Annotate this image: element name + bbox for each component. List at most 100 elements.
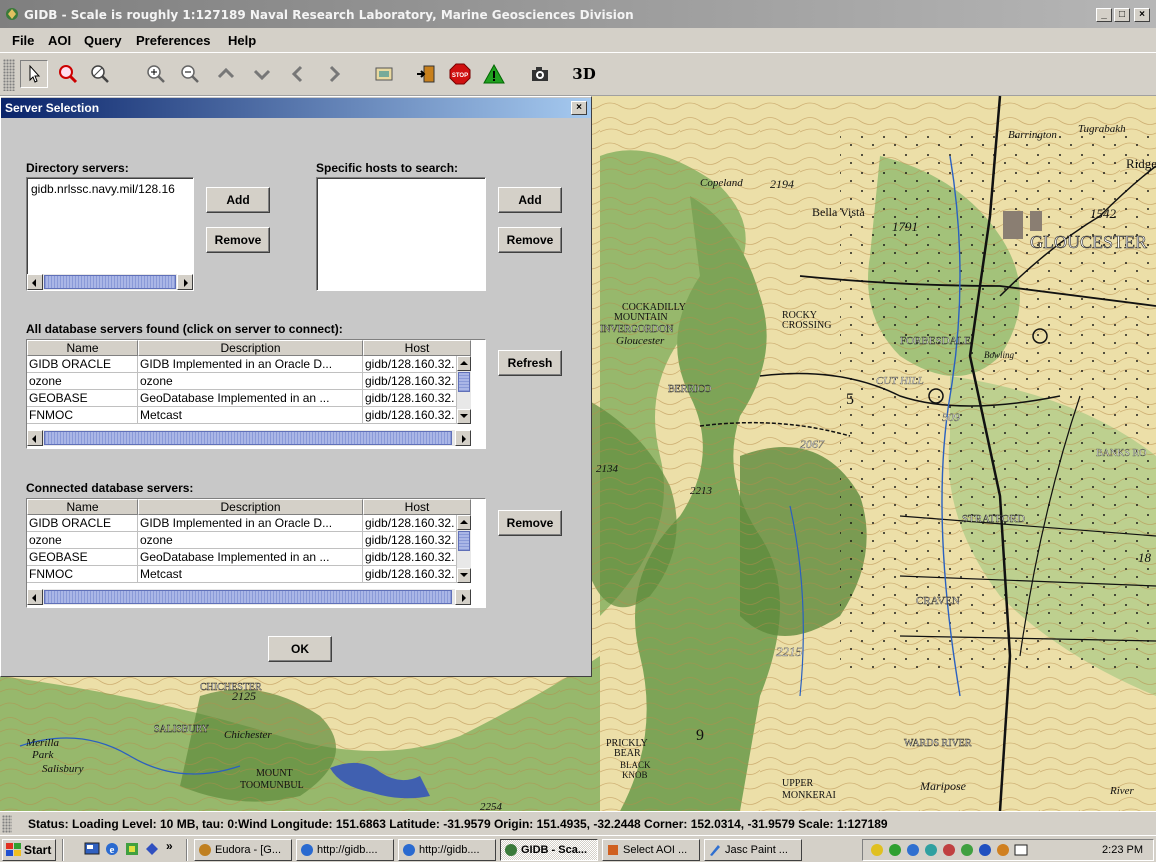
pan-left-button[interactable]	[284, 60, 312, 88]
internet-explorer-icon	[403, 844, 415, 856]
column-header-name[interactable]: Name	[27, 340, 138, 356]
stop-button[interactable]: STOP	[446, 60, 474, 88]
task-jasc-paint[interactable]: Jasc Paint ...	[704, 839, 802, 861]
column-header-name[interactable]: Name	[27, 499, 138, 515]
dialog-close-button[interactable]: ×	[571, 101, 587, 115]
scroll-left-arrow[interactable]	[27, 589, 43, 605]
camera-button[interactable]	[526, 60, 554, 88]
hosts-remove-button[interactable]: Remove	[498, 227, 562, 253]
refresh-button[interactable]: Refresh	[498, 350, 562, 376]
map-label: 1542	[1090, 206, 1117, 221]
scroll-right-arrow[interactable]	[177, 274, 193, 290]
column-header-host[interactable]: Host	[363, 499, 471, 515]
task-eudora[interactable]: Eudora - [G...	[194, 839, 292, 861]
layers-button[interactable]	[370, 60, 398, 88]
task-select-aoi[interactable]: Select AOI ...	[602, 839, 700, 861]
menu-aoi[interactable]: AOI	[48, 33, 71, 48]
cell-name: FNMOC	[27, 566, 138, 583]
scroll-down-arrow[interactable]	[457, 568, 471, 583]
toolbar-grip[interactable]	[3, 59, 15, 91]
task-browser-1[interactable]: http://gidb....	[296, 839, 394, 861]
minimize-button[interactable]: _	[1096, 8, 1112, 22]
close-window-button[interactable]: ×	[1134, 8, 1150, 22]
scroll-thumb[interactable]	[458, 531, 470, 551]
pan-right-icon	[329, 65, 341, 83]
taskbar-clock: 2:23 PM	[1102, 844, 1143, 856]
3d-view-button[interactable]: 3D	[570, 60, 598, 88]
pan-down-button[interactable]	[248, 60, 276, 88]
task-gidb[interactable]: GIDB - Sca...	[500, 839, 598, 861]
table-row[interactable]: GIDB ORACLE GIDB Implemented in an Oracl…	[27, 356, 457, 373]
map-label: CRAVEN	[916, 595, 960, 607]
scroll-right-arrow[interactable]	[455, 589, 471, 605]
ok-button[interactable]: OK	[268, 636, 332, 662]
directory-servers-list[interactable]: gidb.nrlssc.navy.mil/128.16	[26, 177, 194, 291]
window-title-bar: GIDB - Scale is roughly 1:127189 Naval R…	[0, 0, 1156, 28]
column-header-description[interactable]: Description	[138, 340, 363, 356]
menu-query[interactable]: Query	[84, 33, 122, 48]
quicklaunch-app-icon[interactable]	[124, 841, 140, 857]
specific-hosts-list[interactable]	[316, 177, 486, 291]
pointer-tool-button[interactable]	[20, 60, 48, 88]
scroll-up-arrow[interactable]	[457, 515, 471, 530]
show-desktop-icon[interactable]	[84, 841, 100, 857]
dialog-title-bar[interactable]: Server Selection ×	[1, 98, 591, 118]
scroll-up-arrow[interactable]	[457, 356, 471, 371]
quicklaunch-network-icon[interactable]	[144, 841, 160, 857]
toolbar: STOP 3D	[0, 52, 1156, 96]
scroll-left-arrow[interactable]	[27, 274, 43, 290]
camera-icon	[532, 67, 548, 81]
directory-list-hscroll[interactable]	[27, 274, 193, 290]
tray-icons[interactable]	[869, 842, 1029, 858]
zoom-select-button[interactable]	[54, 60, 82, 88]
all-servers-table[interactable]: Name Description Host GIDB ORACLE GIDB I…	[26, 339, 486, 449]
menu-file[interactable]: File	[12, 33, 34, 48]
quicklaunch-overflow-button[interactable]: »	[166, 839, 182, 855]
pan-right-button[interactable]	[320, 60, 348, 88]
scroll-thumb[interactable]	[44, 431, 452, 445]
hosts-add-button[interactable]: Add	[498, 187, 562, 213]
zoom-out-button[interactable]	[176, 60, 204, 88]
table-row[interactable]: FNMOC Metcast gidb/128.160.32.	[27, 566, 457, 583]
task-browser-2[interactable]: http://gidb....	[398, 839, 496, 861]
export-button[interactable]	[412, 60, 440, 88]
table-row[interactable]: ozone ozone gidb/128.160.32.	[27, 532, 457, 549]
start-button[interactable]: Start	[2, 839, 56, 861]
table-row[interactable]: GIDB ORACLE GIDB Implemented in an Oracl…	[27, 515, 457, 532]
directory-servers-label: Directory servers:	[26, 161, 129, 175]
all-servers-hscroll[interactable]	[27, 430, 471, 446]
pan-up-button[interactable]	[212, 60, 240, 88]
table-row[interactable]: GEOBASE GeoDatabase Implemented in an ..…	[27, 549, 457, 566]
zoom-in-button[interactable]	[142, 60, 170, 88]
connected-servers-hscroll[interactable]	[27, 589, 471, 605]
connected-remove-button[interactable]: Remove	[498, 510, 562, 536]
scroll-thumb[interactable]	[44, 590, 452, 604]
maximize-button[interactable]: □	[1114, 8, 1130, 22]
directory-remove-button[interactable]: Remove	[206, 227, 270, 253]
map-label: KNOB	[622, 770, 648, 780]
internet-explorer-icon[interactable]: e	[104, 841, 120, 857]
table-row[interactable]: GEOBASE GeoDatabase Implemented in an ..…	[27, 390, 457, 407]
zoom-window-button[interactable]	[86, 60, 114, 88]
scroll-thumb[interactable]	[458, 372, 470, 392]
svg-text:STOP: STOP	[452, 73, 468, 79]
table-row[interactable]: FNMOC Metcast gidb/128.160.32.	[27, 407, 457, 424]
scroll-right-arrow[interactable]	[455, 430, 471, 446]
menu-preferences[interactable]: Preferences	[136, 33, 210, 48]
table-row[interactable]: ozone ozone gidb/128.160.32.	[27, 373, 457, 390]
menu-help[interactable]: Help	[228, 33, 256, 48]
warning-button[interactable]	[480, 60, 508, 88]
directory-add-button[interactable]: Add	[206, 187, 270, 213]
scroll-thumb[interactable]	[44, 275, 176, 289]
all-servers-vscroll[interactable]	[457, 356, 471, 424]
scroll-left-arrow[interactable]	[27, 430, 43, 446]
column-header-host[interactable]: Host	[363, 340, 471, 356]
scroll-down-arrow[interactable]	[457, 409, 471, 424]
status-text: Status: Loading Level: 10 MB, tau: 0:Win…	[28, 817, 888, 831]
directory-server-item[interactable]: gidb.nrlssc.navy.mil/128.16	[31, 182, 175, 196]
connected-servers-table[interactable]: Name Description Host GIDB ORACLE GIDB I…	[26, 498, 486, 608]
connected-servers-vscroll[interactable]	[457, 515, 471, 583]
column-header-description[interactable]: Description	[138, 499, 363, 515]
export-icon	[417, 65, 435, 83]
map-label: Barrington	[1008, 129, 1057, 141]
